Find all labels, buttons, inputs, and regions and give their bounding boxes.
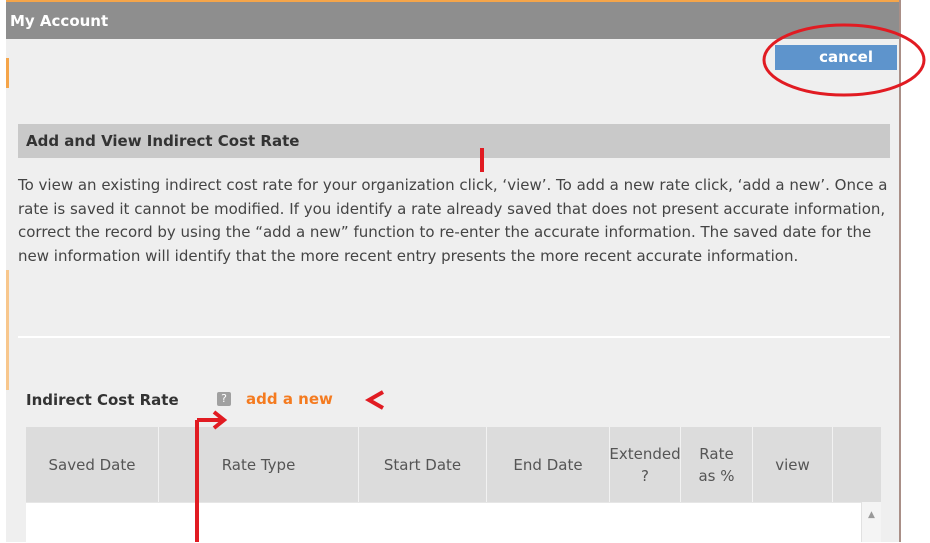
column-header-saved-date[interactable]: Saved Date <box>26 427 159 502</box>
dialog-title: My Account <box>6 0 899 39</box>
column-header-rate-type[interactable]: Rate Type <box>159 427 359 502</box>
section-heading: Add and View Indirect Cost Rate <box>18 124 890 158</box>
column-header-start-date[interactable]: Start Date <box>359 427 487 502</box>
my-account-dialog: My Account cancel Add and View Indirect … <box>6 0 901 543</box>
add-new-link[interactable]: add a new <box>246 390 333 408</box>
column-header-extended[interactable]: Extended ? <box>609 427 681 502</box>
column-header-end-date[interactable]: End Date <box>487 427 610 502</box>
accent-stripe <box>6 58 9 88</box>
column-header-view[interactable]: view <box>753 427 833 502</box>
help-icon[interactable]: ? <box>217 392 231 406</box>
cancel-button[interactable]: cancel <box>775 45 897 70</box>
section-description: To view an existing indirect cost rate f… <box>18 176 888 265</box>
column-header-spacer <box>833 427 881 502</box>
column-header-rate-percent[interactable]: Rate as % <box>681 427 753 502</box>
accent-stripe <box>6 270 9 390</box>
scroll-up-arrow-icon[interactable]: ▲ <box>861 502 881 542</box>
indirect-cost-rate-label: Indirect Cost Rate <box>26 391 179 409</box>
rates-table-header: Saved Date Rate Type Start Date End Date… <box>26 427 881 502</box>
divider <box>18 336 890 338</box>
rates-table-body <box>26 502 881 543</box>
